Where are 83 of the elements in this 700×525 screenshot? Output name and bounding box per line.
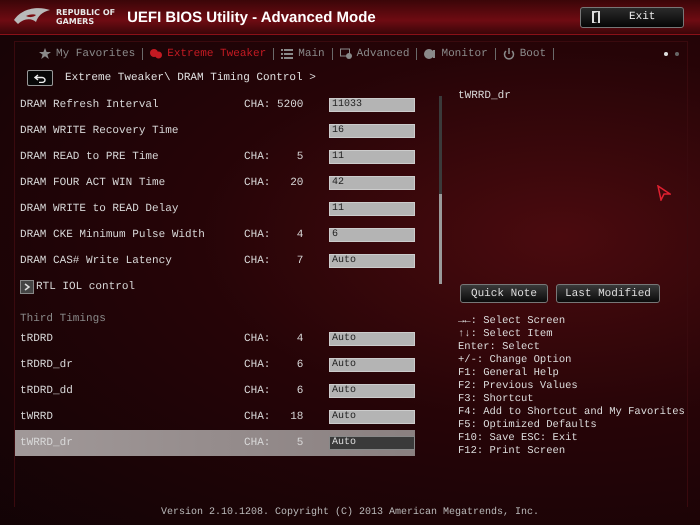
channel-value: CHA: 6 — [244, 359, 304, 371]
channel-value: CHA: 5 — [244, 437, 304, 449]
setting-label: DRAM READ to PRE Time — [20, 151, 160, 163]
channel-value: CHA: 4 — [244, 333, 304, 345]
submenu-link[interactable]: RTL IOL control — [36, 281, 136, 293]
channel-value: CHA: 4 — [244, 229, 304, 241]
tab[interactable]: Boot — [502, 48, 546, 60]
page-indicator-dot[interactable] — [675, 52, 679, 56]
key-help-line: F4: Add to Shortcut and My Favorites — [458, 406, 686, 419]
tab[interactable]: Monitor — [424, 48, 488, 60]
setting-row-area[interactable]: DRAM WRITE to READ Delay 11 — [15, 196, 415, 222]
back-button[interactable] — [27, 70, 53, 86]
value-field[interactable]: Auto — [329, 254, 415, 268]
value-field[interactable]: 11 — [329, 150, 415, 164]
key-help-line: F5: Optimized Defaults — [458, 419, 598, 432]
channel-value: CHA: 5200 — [244, 99, 304, 111]
star-icon — [39, 48, 51, 60]
channel-value: CHA: 7 — [244, 255, 304, 267]
value-field[interactable]: 42 — [329, 176, 415, 190]
mouse-pointer-icon — [657, 185, 671, 201]
channel-value: CHA: 18 — [244, 411, 304, 423]
key-help-line: Enter: Select — [458, 341, 541, 354]
key-help-line: ↑↓: Select Item — [458, 328, 554, 341]
scrollbar[interactable] — [439, 96, 442, 284]
value-field[interactable]: Auto — [329, 384, 415, 398]
value-field[interactable]: 11033 — [329, 98, 415, 112]
side-button[interactable]: Last Modified — [556, 284, 660, 303]
setting-row-area[interactable]: tRDRD_dd CHA: 6 Auto — [15, 378, 415, 404]
setting-label: DRAM CKE Minimum Pulse Width — [20, 229, 206, 241]
setting-row-area[interactable]: DRAM Refresh Interval CHA: 5200 11033 — [15, 92, 415, 118]
door-icon — [591, 11, 601, 23]
key-help-line: F1: General Help — [458, 367, 560, 380]
help-title: tWRRD_dr — [458, 90, 512, 102]
copyright-text: Version 2.10.1208. Copyright (C) 2013 American Megatrends, Inc. — [160, 507, 540, 520]
setting-row-area[interactable]: tWRRD CHA: 18 Auto — [15, 404, 415, 430]
value-field[interactable]: 16 — [329, 124, 415, 138]
key-help-line: F3: Shortcut — [458, 393, 535, 406]
key-help-line: +/-: Change Option — [458, 354, 572, 367]
channel-value: CHA: 20 — [244, 177, 304, 189]
key-help-line: F10: Save ESC: Exit — [458, 432, 579, 445]
key-help-line: →←: Select Screen — [458, 315, 566, 328]
window-title: UEFI BIOS Utility - Advanced Mode — [127, 8, 376, 26]
brand-logo-text: REPUBLIC OF GAMERS — [56, 8, 116, 26]
setting-label: tRDRD — [20, 333, 54, 345]
breadcrumb: Extreme Tweaker\ DRAM Timing Control > — [65, 72, 316, 84]
value-field[interactable]: Auto — [329, 436, 415, 450]
setting-row-area[interactable]: DRAM WRITE Recovery Time 16 — [15, 118, 415, 144]
setting-row-area[interactable]: tRDRD_dr CHA: 6 Auto — [15, 352, 415, 378]
page-indicator-dot[interactable] — [664, 52, 668, 56]
side-button[interactable]: Quick Note — [460, 284, 548, 303]
power-icon — [502, 48, 515, 60]
value-field[interactable]: Auto — [329, 332, 415, 346]
setting-label: tRDRD_dr — [20, 359, 74, 371]
setting-label: DRAM Refresh Interval — [20, 99, 160, 111]
key-help-line: F2: Previous Values — [458, 380, 579, 393]
tab[interactable]: Main — [281, 48, 325, 60]
exit-button[interactable]: Exit — [580, 6, 684, 28]
selected-setting-row[interactable]: tWRRD_dr CHA: 5 Auto — [15, 430, 415, 456]
setting-row-area[interactable]: DRAM FOUR ACT WIN Time CHA: 20 42 — [15, 170, 415, 196]
channel-value: CHA: 6 — [244, 385, 304, 397]
channel-value: CHA: 5 — [244, 151, 304, 163]
setting-row-area[interactable]: tRDRD CHA: 4 Auto — [15, 326, 415, 352]
setting-label: tRDRD_dd — [20, 385, 74, 397]
value-field[interactable]: 11 — [329, 202, 415, 216]
section-heading: Third Timings — [19, 312, 107, 326]
value-field[interactable]: Auto — [329, 358, 415, 372]
back-arrow-icon — [34, 74, 46, 82]
setting-label: DRAM CAS# Write Latency — [20, 255, 173, 267]
setting-row-area[interactable]: DRAM CAS# Write Latency CHA: 7 Auto — [15, 248, 415, 274]
setting-row-area[interactable]: DRAM READ to PRE Time CHA: 5 11 — [15, 144, 415, 170]
setting-label: tWRRD — [20, 411, 54, 423]
value-field[interactable]: Auto — [329, 410, 415, 424]
setting-row-area[interactable]: DRAM CKE Minimum Pulse Width CHA: 4 6 — [15, 222, 415, 248]
setting-label: DRAM FOUR ACT WIN Time — [20, 177, 166, 189]
value-field[interactable]: 6 — [329, 228, 415, 242]
key-help-line: F12: Print Screen — [458, 445, 566, 458]
setting-label: DRAM WRITE Recovery Time — [20, 125, 180, 137]
list-icon — [281, 48, 294, 60]
tab[interactable]: My Favorites — [39, 48, 136, 60]
setting-label: DRAM WRITE to READ Delay — [20, 203, 180, 215]
tab[interactable]: Advanced — [340, 48, 410, 60]
setting-label: tWRRD_dr — [20, 437, 74, 449]
scrollbar-thumb[interactable] — [439, 194, 442, 284]
